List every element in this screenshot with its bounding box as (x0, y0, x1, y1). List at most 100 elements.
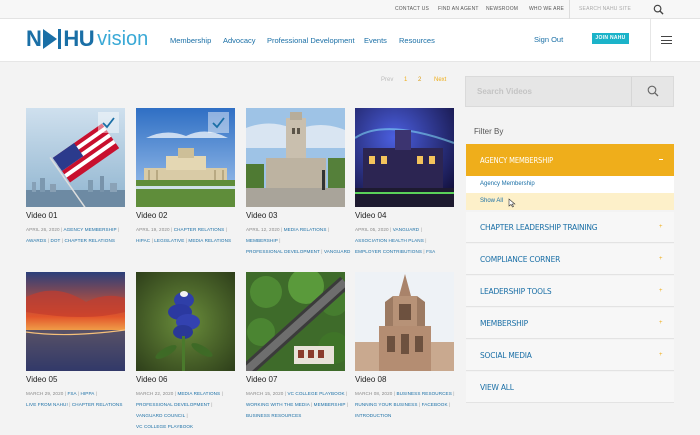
category-social-media[interactable]: SOCIAL MEDIA + (466, 340, 674, 371)
pager-next[interactable]: Next (434, 77, 446, 83)
pager-prev[interactable]: Prev (381, 77, 393, 83)
video-tag-link[interactable]: PROFESSIONAL DEVELOPMENT (136, 402, 210, 407)
video-tag-link[interactable]: VANGUARD COUNCIL (136, 413, 185, 418)
video-thumbnail[interactable] (26, 272, 125, 371)
pager-page-2[interactable]: 2 (418, 77, 421, 83)
category-chapter-leadership-training[interactable]: CHAPTER LEADERSHIP TRAINING + (466, 212, 674, 243)
video-tag-link[interactable]: CHAPTER RELATIONS (174, 227, 225, 232)
video-thumbnail[interactable] (246, 272, 345, 371)
video-tag-link[interactable]: MEDIA RELATIONS (188, 238, 231, 243)
video-meta: APRIL 05, 2020 | VANGUARD | ASSOCIATION … (355, 224, 463, 257)
video-title[interactable]: Video 06 (136, 375, 167, 384)
nav-professional-development[interactable]: Professional Development (267, 36, 355, 45)
logo-play-icon (43, 29, 58, 49)
video-tag-link[interactable]: VC COLLEGE PLAYBOOK (136, 424, 193, 429)
video-tag-link[interactable]: INTRODUCTION (355, 413, 391, 418)
video-tag-link[interactable]: AGENCY MEMBERSHIP (63, 227, 116, 232)
nahu-vision-logo[interactable]: N HU vision (26, 27, 148, 51)
hamburger-menu-icon[interactable] (650, 19, 700, 62)
category-agency-membership[interactable]: AGENCY MEMBERSHIP (466, 144, 674, 176)
subcategory-show-all[interactable]: Show All (466, 193, 674, 210)
video-tag-link[interactable]: MEDIA RELATIONS (177, 391, 220, 396)
video-tag-link[interactable]: CHAPTER RELATIONS (64, 238, 115, 243)
category-label: CHAPTER LEADERSHIP TRAINING (480, 223, 598, 232)
video-tag-link[interactable]: MEDIA RELATIONS (284, 227, 327, 232)
video-meta-line: INTRODUCTION (355, 410, 463, 421)
video-tag-link[interactable]: EMPLOYER CONTRIBUTIONS (355, 249, 422, 254)
video-thumbnail[interactable] (355, 108, 454, 207)
video-tag-link[interactable]: WORKING WITH THE MEDIA (246, 402, 310, 407)
category-compliance-corner[interactable]: COMPLIANCE CORNER + (466, 244, 674, 275)
category-label: LEADERSHIP TOOLS (480, 287, 552, 296)
nav-resources[interactable]: Resources (399, 36, 435, 45)
video-tag-link[interactable]: RUNNING YOUR BUSINESS (355, 402, 418, 407)
video-search-button[interactable] (631, 77, 674, 106)
sign-out-link[interactable]: Sign Out (534, 35, 563, 44)
nav-events[interactable]: Events (364, 36, 387, 45)
video-meta-line: MARCH 29, 2020 | FSA | HIPPA | (26, 388, 134, 399)
search-icon[interactable] (653, 4, 664, 15)
filter-by-heading: Filter By (474, 127, 504, 136)
tag-separator: | (224, 227, 228, 232)
video-tag-link[interactable]: HIPAC (136, 238, 150, 243)
video-tag-link[interactable]: VC COLLEGE PLAYBOOK (287, 391, 344, 396)
video-tag-link[interactable]: VANGUARD (324, 249, 351, 254)
video-meta-line: MARCH 15, 2020 | VC COLLEGE PLAYBOOK | (246, 388, 354, 399)
video-meta-line: PROFESSIONAL DEVELOPMENT | VANGUARD (246, 246, 354, 257)
site-search-placeholder: SEARCH NAHU SITE (579, 6, 632, 12)
video-thumbnail[interactable] (355, 272, 454, 371)
video-tag-link[interactable]: LIVE FROM NAHU! (26, 402, 68, 407)
logo-letter-n: N (26, 26, 42, 51)
video-tag-link[interactable]: AWARDS (26, 238, 46, 243)
nav-advocacy[interactable]: Advocacy (223, 36, 256, 45)
video-title[interactable]: Video 03 (246, 211, 277, 220)
video-thumbnail[interactable] (246, 108, 345, 207)
video-thumbnail[interactable] (136, 272, 235, 371)
pager-page-1[interactable]: 1 (404, 77, 407, 83)
video-title[interactable]: Video 08 (355, 375, 386, 384)
video-tag-link[interactable]: BUSINESS RESOURCES (246, 413, 301, 418)
video-tag-link[interactable]: HIPPA (80, 391, 94, 396)
category-leadership-tools[interactable]: LEADERSHIP TOOLS + (466, 276, 674, 307)
video-tag-link[interactable]: FSA (426, 249, 435, 254)
video-tag-link[interactable]: ASSOCIATION HEALTH PLANS (355, 238, 424, 243)
site-search-input[interactable]: SEARCH NAHU SITE (569, 0, 700, 19)
nav-membership[interactable]: Membership (170, 36, 211, 45)
video-tag-link[interactable]: CHAPTER RELATIONS (72, 402, 123, 407)
video-tag-link[interactable]: VANGUARD (393, 227, 420, 232)
video-meta-line: PROFESSIONAL DEVELOPMENT | (136, 399, 244, 410)
newsroom-link[interactable]: NEWSROOM (486, 6, 518, 12)
video-date: MARCH 22, 2020 (136, 391, 174, 396)
watched-check-icon (98, 112, 119, 133)
video-tag-link[interactable]: DOT (50, 238, 60, 243)
video-search-placeholder: Search Videos (477, 87, 532, 96)
video-title[interactable]: Video 04 (355, 211, 386, 220)
video-title[interactable]: Video 01 (26, 211, 57, 220)
video-meta-line: HIPAC | LEGISLATIVE | MEDIA RELATIONS (136, 235, 244, 246)
video-meta-line: BUSINESS RESOURCES (246, 410, 354, 421)
contact-us-link[interactable]: CONTACT US (395, 6, 429, 12)
video-title[interactable]: Video 07 (246, 375, 277, 384)
video-tag-link[interactable]: FACEBOOK (422, 402, 448, 407)
video-title[interactable]: Video 02 (136, 211, 167, 220)
who-we-are-link[interactable]: WHO WE ARE (529, 6, 564, 12)
video-meta-line: AWARDS | DOT | CHAPTER RELATIONS (26, 235, 134, 246)
video-meta-line: APRIL 26, 2020 | AGENCY MEMBERSHIP | (26, 224, 134, 235)
category-view-all[interactable]: VIEW ALL (466, 372, 674, 403)
video-tag-link[interactable]: MEMBERSHIP (314, 402, 346, 407)
cursor-pointer-icon (508, 198, 516, 208)
category-membership[interactable]: MEMBERSHIP + (466, 308, 674, 339)
tag-separator: | (209, 402, 213, 407)
video-tag-link[interactable]: LEGISLATIVE (154, 238, 184, 243)
subcategory-agency-membership[interactable]: Agency Membership (466, 176, 674, 193)
video-tag-link[interactable]: PROFESSIONAL DEVELOPMENT (246, 249, 320, 254)
category-label: COMPLIANCE CORNER (480, 255, 561, 264)
video-title[interactable]: Video 05 (26, 375, 57, 384)
video-tag-link[interactable]: BUSINESS RESOURCES (396, 391, 451, 396)
video-search-field[interactable]: Search Videos (465, 76, 674, 107)
video-meta: APRIL 12, 2020 | MEDIA RELATIONS | MEMBE… (246, 224, 354, 257)
video-tag-link[interactable]: MEMBERSHIP (246, 238, 278, 243)
find-an-agent-link[interactable]: FIND AN AGENT (438, 6, 479, 12)
show-all-label: Show All (480, 198, 504, 204)
join-nahu-button[interactable]: JOIN NAHU (592, 33, 629, 44)
